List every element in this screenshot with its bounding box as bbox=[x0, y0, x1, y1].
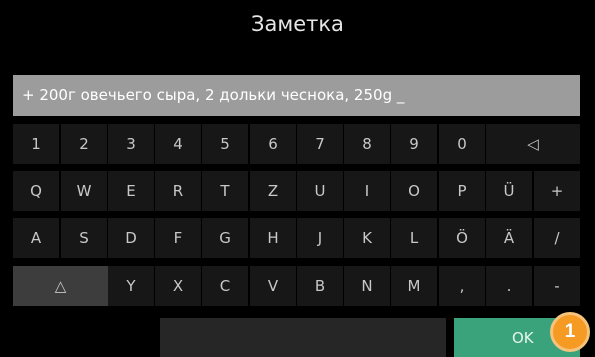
key-u-label: U bbox=[314, 182, 326, 200]
key-6-label: 6 bbox=[268, 135, 278, 153]
key-comma-label: , bbox=[459, 277, 465, 295]
key-j-label: J bbox=[317, 229, 323, 247]
key-w[interactable]: W bbox=[61, 171, 107, 211]
key-h-label: H bbox=[267, 229, 279, 247]
key-p[interactable]: P bbox=[439, 171, 485, 211]
key-plus[interactable]: + bbox=[534, 171, 580, 211]
key-minus[interactable]: - bbox=[534, 266, 580, 306]
on-screen-keyboard: 1 2 3 4 5 6 7 8 9 0 ◁ Q W E R T Z U I O P Ü + A S D F G H J K L Ö Ä / △ Y X C V… bbox=[0, 0, 595, 357]
key-3[interactable]: 3 bbox=[108, 124, 154, 164]
key-6[interactable]: 6 bbox=[250, 124, 296, 164]
key-shift[interactable]: △ bbox=[13, 266, 108, 306]
key-8-label: 8 bbox=[362, 135, 372, 153]
key-r-label: R bbox=[172, 182, 184, 200]
key-a-label: A bbox=[30, 229, 42, 247]
key-o-umlaut[interactable]: Ö bbox=[439, 218, 485, 258]
key-c-label: C bbox=[219, 277, 231, 295]
key-slash-label: / bbox=[554, 229, 560, 247]
key-4-label: 4 bbox=[173, 135, 183, 153]
key-a[interactable]: A bbox=[13, 218, 59, 258]
key-5-label: 5 bbox=[220, 135, 230, 153]
key-1[interactable]: 1 bbox=[13, 124, 59, 164]
key-2[interactable]: 2 bbox=[61, 124, 107, 164]
key-9[interactable]: 9 bbox=[391, 124, 437, 164]
key-j[interactable]: J bbox=[297, 218, 343, 258]
key-i-label: I bbox=[364, 182, 370, 200]
key-backspace-label: ◁ bbox=[527, 135, 539, 153]
key-period[interactable]: . bbox=[486, 266, 532, 306]
key-0[interactable]: 0 bbox=[439, 124, 485, 164]
key-9-label: 9 bbox=[409, 135, 419, 153]
key-f-label: F bbox=[173, 229, 183, 247]
key-4[interactable]: 4 bbox=[155, 124, 201, 164]
key-1-label: 1 bbox=[31, 135, 41, 153]
key-minus-label: - bbox=[554, 277, 560, 295]
key-t[interactable]: T bbox=[202, 171, 248, 211]
key-slash[interactable]: / bbox=[534, 218, 580, 258]
key-u-umlaut-label: Ü bbox=[503, 182, 515, 200]
key-5[interactable]: 5 bbox=[202, 124, 248, 164]
key-l-label: L bbox=[409, 229, 419, 247]
key-n-label: N bbox=[361, 277, 373, 295]
key-q-label: Q bbox=[30, 182, 42, 200]
key-r[interactable]: R bbox=[155, 171, 201, 211]
key-s[interactable]: S bbox=[61, 218, 107, 258]
key-d-label: D bbox=[125, 229, 137, 247]
key-k-label: K bbox=[362, 229, 372, 247]
space-bar[interactable] bbox=[160, 318, 446, 357]
key-period-label: . bbox=[506, 277, 512, 295]
key-f[interactable]: F bbox=[155, 218, 201, 258]
key-g-label: G bbox=[219, 229, 231, 247]
screen: Заметка + 200г овечьего сыра, 2 дольки ч… bbox=[0, 0, 595, 357]
key-u[interactable]: U bbox=[297, 171, 343, 211]
key-u-umlaut[interactable]: Ü bbox=[486, 171, 532, 211]
key-a-umlaut-label: Ä bbox=[503, 229, 515, 247]
key-v[interactable]: V bbox=[250, 266, 296, 306]
key-m[interactable]: M bbox=[391, 266, 437, 306]
key-k[interactable]: K bbox=[344, 218, 390, 258]
key-z[interactable]: Z bbox=[250, 171, 296, 211]
key-v-label: V bbox=[267, 277, 279, 295]
key-a-umlaut[interactable]: Ä bbox=[486, 218, 532, 258]
key-o-umlaut-label: Ö bbox=[456, 229, 468, 247]
key-i[interactable]: I bbox=[344, 171, 390, 211]
key-o[interactable]: O bbox=[391, 171, 437, 211]
key-b[interactable]: B bbox=[297, 266, 343, 306]
key-z-label: Z bbox=[267, 182, 279, 200]
key-comma[interactable]: , bbox=[439, 266, 485, 306]
key-b-label: B bbox=[314, 277, 326, 295]
key-x-label: X bbox=[172, 277, 184, 295]
key-shift-label: △ bbox=[54, 277, 67, 295]
key-m-label: M bbox=[407, 277, 421, 295]
key-t-label: T bbox=[220, 182, 230, 200]
key-c[interactable]: C bbox=[202, 266, 248, 306]
key-w-label: W bbox=[76, 182, 92, 200]
key-backspace[interactable]: ◁ bbox=[486, 124, 580, 164]
key-y[interactable]: Y bbox=[108, 266, 154, 306]
step-badge: 1 bbox=[550, 312, 590, 352]
key-y-label: Y bbox=[126, 277, 136, 295]
key-h[interactable]: H bbox=[250, 218, 296, 258]
key-l[interactable]: L bbox=[391, 218, 437, 258]
key-n[interactable]: N bbox=[344, 266, 390, 306]
key-e[interactable]: E bbox=[108, 171, 154, 211]
key-p-label: P bbox=[457, 182, 467, 200]
key-e-label: E bbox=[126, 182, 136, 200]
key-plus-label: + bbox=[550, 182, 564, 200]
key-8[interactable]: 8 bbox=[344, 124, 390, 164]
key-q[interactable]: Q bbox=[13, 171, 59, 211]
key-s-label: S bbox=[79, 229, 89, 247]
key-x[interactable]: X bbox=[155, 266, 201, 306]
key-7[interactable]: 7 bbox=[297, 124, 343, 164]
key-g[interactable]: G bbox=[202, 218, 248, 258]
key-d[interactable]: D bbox=[108, 218, 154, 258]
key-3-label: 3 bbox=[126, 135, 136, 153]
ok-button-label: OK bbox=[512, 328, 534, 347]
key-o-label: O bbox=[408, 182, 420, 200]
key-2-label: 2 bbox=[79, 135, 89, 153]
key-7-label: 7 bbox=[315, 135, 325, 153]
key-0-label: 0 bbox=[457, 135, 467, 153]
